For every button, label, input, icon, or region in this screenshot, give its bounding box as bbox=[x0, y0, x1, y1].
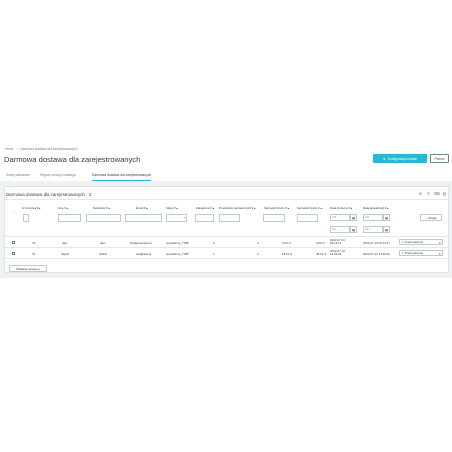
row-divider bbox=[5, 247, 448, 248]
filter-email-input[interactable] bbox=[125, 214, 162, 222]
panel-toolbar: ⊕ ↻ ⌨ ▤ bbox=[418, 191, 447, 196]
breadcrumb-separator-icon: › bbox=[16, 147, 18, 151]
help-button[interactable]: Pomoc bbox=[430, 154, 449, 163]
filter-bought-input[interactable] bbox=[195, 214, 214, 222]
add-icon[interactable]: ⊕ bbox=[418, 191, 423, 196]
cell-updated: 2022-07-14 06:13:17 bbox=[363, 240, 390, 245]
filter-products-input[interactable] bbox=[219, 214, 240, 222]
cell-gross: 28,51 zł bbox=[282, 251, 293, 256]
edit-customer-button[interactable]: ✎ Zmiana kliencie ▾ bbox=[399, 239, 443, 245]
cell-shop: prestashop_7788 bbox=[166, 240, 189, 245]
filter-dash: -- bbox=[13, 210, 15, 214]
filter-last-name-input[interactable] bbox=[86, 214, 121, 222]
tab-koszy-zakazane[interactable]: Koszy zakazane bbox=[6, 173, 30, 177]
calendar-icon[interactable]: ▦ bbox=[350, 226, 357, 233]
row-divider bbox=[5, 236, 448, 237]
column-header-gross[interactable]: Sprzedaż brutto ▾ ▴ bbox=[264, 206, 289, 210]
filter-shop-select[interactable]: ▾ bbox=[166, 214, 187, 222]
column-header-shop[interactable]: Sklep ▾ ▴ bbox=[166, 206, 178, 210]
chevron-down-icon[interactable]: ▾ bbox=[439, 252, 440, 256]
cell-updated: 2022-07-14 14:36:22 bbox=[363, 251, 390, 256]
filter-gross-2-input[interactable] bbox=[297, 214, 318, 222]
gear-icon: ⚙ bbox=[383, 156, 386, 161]
cell-created: 2022-07-14 06:13:17 bbox=[330, 237, 345, 245]
cell-products: 3 bbox=[257, 251, 259, 256]
edit-customer-label: Zmiana kliencie bbox=[404, 240, 424, 244]
cell-gross-2: 28,51 zł bbox=[316, 251, 327, 256]
filter-created-from[interactable]: Od bbox=[330, 214, 350, 221]
row-checkbox[interactable] bbox=[12, 240, 16, 244]
cell-products: 0 bbox=[257, 240, 259, 245]
cell-id: 75 bbox=[32, 251, 36, 256]
calendar-icon[interactable]: ▦ bbox=[383, 226, 390, 233]
sql-icon[interactable]: ⌨ bbox=[434, 191, 440, 196]
column-header-gross-2[interactable]: Sprzedaż brutto ▾ ▴ bbox=[297, 206, 322, 210]
panel-title: Darmowa dostawa dla zarejestrowanych 2 bbox=[6, 192, 91, 197]
edit-customer-button[interactable]: ✎ Zmiana kliencie ▾ bbox=[399, 250, 443, 256]
calendar-icon[interactable]: ▦ bbox=[350, 214, 357, 221]
filter-gross-input[interactable] bbox=[263, 214, 285, 222]
module-config-button[interactable]: ⚙ Konfiguracja modułu bbox=[373, 154, 427, 163]
cell-gross-2: 0,00 zł bbox=[316, 240, 325, 245]
cell-bought: 1 bbox=[213, 251, 215, 256]
filter-id-input[interactable] bbox=[23, 214, 29, 222]
cell-created: 2022-07-14 14:36:22 bbox=[330, 248, 345, 256]
panel-title-text: Darmowa dostawa dla zarejestrowanych bbox=[6, 192, 85, 197]
column-header-email[interactable]: Email ▾ ▴ bbox=[136, 206, 148, 210]
cell-shop: prestashop_7788 bbox=[166, 251, 189, 256]
column-header-updated[interactable]: Data aktualizacji ▾ ▴ bbox=[363, 206, 389, 210]
cell-id: 74 bbox=[32, 240, 36, 245]
page: Home › Darmowa dostawa dla zarejestrowan… bbox=[0, 0, 452, 452]
chevron-down-icon[interactable]: ▾ bbox=[439, 241, 440, 245]
column-header-first-name[interactable]: Imię ▾ ▴ bbox=[58, 206, 68, 210]
cell-email: info@example.pl bbox=[130, 240, 152, 245]
column-header-created[interactable]: Data złożenia ▾ ▴ bbox=[330, 206, 352, 210]
refresh-icon[interactable]: ↻ bbox=[426, 191, 431, 196]
panel-count: 2 bbox=[88, 192, 92, 197]
column-header-bought[interactable]: Zakupiono ▾ ▴ bbox=[196, 206, 214, 210]
edit-customer-label: Zmiana kliencie bbox=[404, 251, 424, 255]
filter-updated-to[interactable]: Do bbox=[363, 226, 383, 233]
cell-last-name: dam bbox=[100, 240, 106, 245]
database-icon[interactable]: ▤ bbox=[442, 191, 447, 196]
cell-last-name: sdfsdf bbox=[99, 251, 107, 256]
search-button[interactable]: ⌕ Szukaj bbox=[420, 214, 442, 221]
filter-created-to[interactable]: Do bbox=[330, 226, 350, 233]
search-button-label: Szukaj bbox=[427, 215, 437, 220]
breadcrumb-current: Darmowa dostawa dla zarejestrowanych bbox=[20, 147, 78, 151]
tab-reguly-rozwoju[interactable]: Reguły rozwoju katalogu bbox=[40, 173, 76, 177]
bulk-actions-button[interactable]: Działania masowe ▴ bbox=[9, 265, 47, 272]
cell-email: asd@asd.pl bbox=[136, 251, 152, 256]
column-header-id[interactable]: Id Cennika ▾ ▴ bbox=[22, 206, 40, 210]
breadcrumb: Home › Darmowa dostawa dla zarejestrowan… bbox=[5, 147, 80, 151]
filter-updated-from[interactable]: Od bbox=[363, 214, 383, 221]
breadcrumb-home[interactable]: Home bbox=[5, 147, 14, 151]
cell-bought: 0 bbox=[213, 240, 215, 245]
tab-darmowa-dostawa[interactable]: Darmowa dostawa dla zarejestrowanych bbox=[92, 173, 152, 181]
row-checkbox[interactable] bbox=[12, 251, 16, 255]
cell-first-name: dam bbox=[62, 240, 68, 245]
cell-first-name: fdgsdf bbox=[61, 251, 69, 256]
column-header-last-name[interactable]: Nazwisko ▾ ▴ bbox=[93, 206, 110, 210]
module-config-label: Konfiguracja modułu bbox=[387, 156, 417, 161]
row-divider bbox=[5, 258, 448, 259]
page-title: Darmowa dostawa dla zarejestrowanych bbox=[4, 155, 141, 164]
column-header-products[interactable]: Produktów zamówionych ▾ ▴ bbox=[219, 206, 255, 210]
calendar-icon[interactable]: ▦ bbox=[383, 214, 390, 221]
filter-first-name-input[interactable] bbox=[58, 214, 81, 222]
cell-gross: 0,00 zł bbox=[282, 240, 291, 245]
panel-divider bbox=[5, 199, 448, 200]
